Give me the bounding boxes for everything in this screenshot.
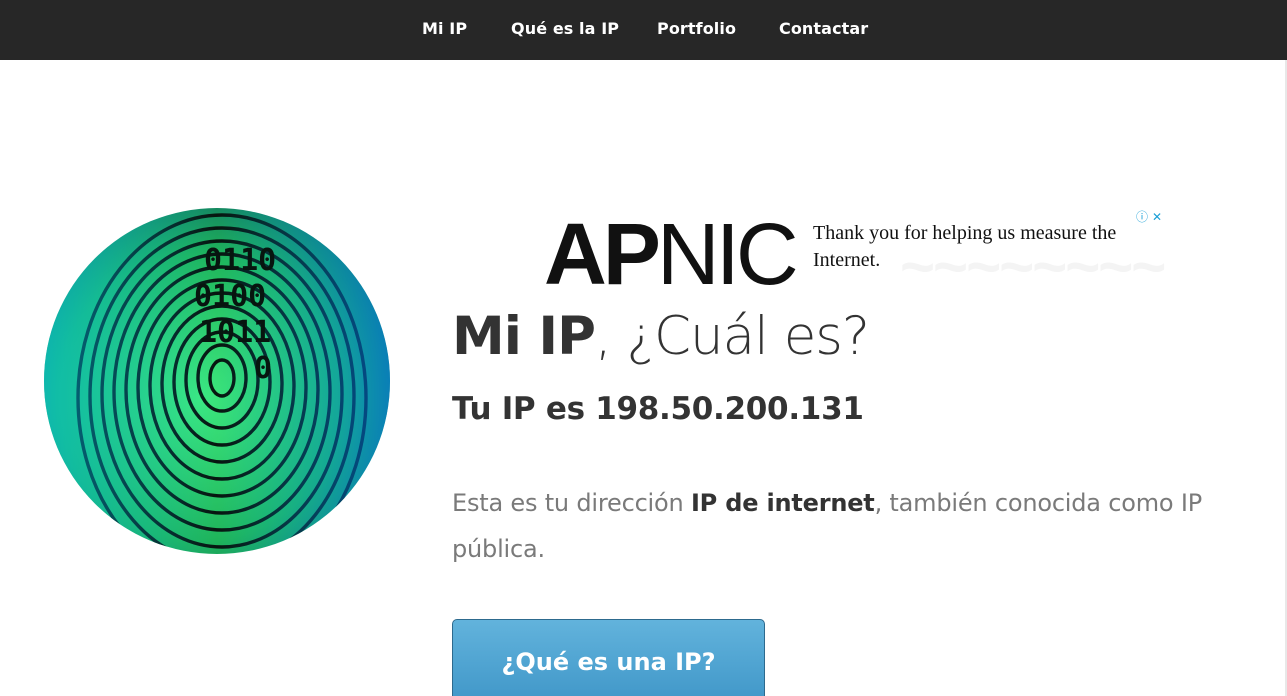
what-is-ip-button[interactable]: ¿Qué es una IP? — [452, 619, 765, 696]
ad-message: Thank you for helping us measure the Int… — [813, 222, 1117, 271]
binary-row: 0100 — [194, 279, 266, 314]
ip-description: Esta es tu dirección IP de internet, tam… — [452, 480, 1242, 572]
ad-logo-suffix: NIC — [656, 208, 799, 295]
page-title-rest: , ¿Cuál es? — [594, 306, 870, 367]
ip-description-before: Esta es tu dirección — [452, 489, 691, 517]
fingerprint-icon: 0110 0100 1011 0 — [44, 208, 390, 554]
page-title: Mi IP, ¿Cuál es? — [452, 306, 870, 367]
fingerprint-image: 0110 0100 1011 0 — [44, 208, 390, 554]
page-title-strong: Mi IP — [452, 306, 596, 367]
ad-info-icon[interactable]: ⓘ — [1136, 210, 1148, 224]
nav-item-portfolio[interactable]: Portfolio — [657, 19, 736, 38]
nav-item-contactar[interactable]: Contactar — [779, 19, 868, 38]
binary-row: 0 — [254, 351, 272, 386]
ad-controls: ⓘ ✕ — [1132, 208, 1162, 225]
ad-close-icon[interactable]: ✕ — [1152, 210, 1162, 224]
ad-banner[interactable]: ~~~~~~~~~ APNIC Thank you for helping us… — [540, 208, 1165, 294]
top-navbar: Mi IP Qué es la IP Portfolio Contactar — [0, 0, 1287, 60]
ip-description-highlight: IP de internet — [690, 489, 875, 517]
ip-address-line: Tu IP es 198.50.200.131 — [452, 391, 864, 427]
nav-item-mi-ip[interactable]: Mi IP — [422, 19, 467, 38]
binary-row: 1011 — [199, 315, 271, 350]
nav-item-que-es-la-ip[interactable]: Qué es la IP — [511, 19, 619, 38]
binary-row: 0110 — [204, 243, 276, 278]
ad-logo[interactable]: APNIC — [544, 208, 799, 295]
ad-logo-prefix: AP — [544, 208, 661, 295]
